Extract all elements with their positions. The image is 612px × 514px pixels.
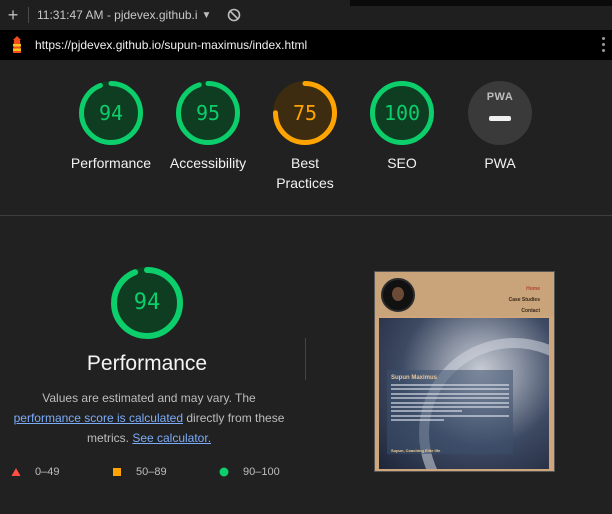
performance-title: Performance [86,352,208,375]
thumbnail-nav: Home Case Studies Contact [509,284,540,317]
vertical-divider [305,338,306,380]
browser-toolbar: + 11:31:47 AM - pjdevex.github.i ▼ [0,0,612,30]
gauge-label: SEO [387,155,417,171]
thumbnail-footer-text: Supun, Coaching Elite life [391,448,441,453]
gauge-label-line: Practices [276,175,334,191]
score-ring: 95 [175,80,241,146]
legend-fail: 0–49 [11,466,59,478]
legend-range: 50–89 [136,466,167,478]
title-bar-strip [350,0,612,6]
thumbnail-nav-item: Home [526,286,540,292]
triangle-icon [11,468,21,476]
gauge-label: Best Practices [257,153,353,193]
gauge-label-line: Best [290,155,319,171]
gauge-accessibility[interactable]: 95 Accessibility [160,80,256,173]
url-bar: https://pjdevex.github.io/supun-maximus/… [0,30,612,60]
thumbnail-hero-image: Supun Maximus Supun, Coaching Elite life [379,318,549,469]
performance-gauge-large: 94 [110,266,184,340]
gauge-label: Accessibility [169,155,247,171]
score-value: 75 [292,101,318,125]
performance-description: Values are estimated and may vary. The p… [8,388,290,448]
score-calc-link[interactable]: performance score is calculated [14,411,183,425]
gauge-performance[interactable]: 94 Performance [63,80,159,173]
thumbnail-nav-item: Case Studies [508,297,540,303]
legend-range: 90–100 [243,466,280,478]
pwa-badge: PWA [467,80,533,146]
thumbnail-name: Supun Maximus [391,375,438,381]
gauge-best-practices[interactable]: 75 Best Practices [257,80,353,193]
calculator-link[interactable]: See calculator. [132,431,211,445]
lighthouse-icon [9,36,25,54]
score-value: 100 [383,101,421,125]
more-options-icon[interactable] [602,37,606,55]
score-value: 95 [195,101,221,125]
score-value: 94 [98,101,124,125]
desc-text: Values are estimated and may vary. The [42,391,256,405]
page-screenshot-thumbnail[interactable]: Home Case Studies Contact Supun Maximus … [374,271,555,472]
pwa-badge-text: PWA [486,91,514,103]
new-tab-button[interactable]: + [0,5,26,26]
thumbnail-nav-item: Contact [521,308,540,314]
gauge-label: PWA [484,155,516,171]
circle-icon [219,467,229,477]
tab-title[interactable]: 11:31:47 AM - pjdevex.github.i [37,8,198,22]
score-ring: 94 [78,80,144,146]
avatar [381,278,415,312]
score-ring: 75 [272,80,338,146]
gauge-seo[interactable]: 100 SEO [354,80,450,173]
legend-pass: 90–100 [219,466,280,478]
square-icon [113,468,121,476]
toolbar-divider [28,7,29,23]
block-icon[interactable] [227,8,241,22]
section-divider [0,215,612,216]
url-text[interactable]: https://pjdevex.github.io/supun-maximus/… [35,38,307,52]
thumbnail-body-lines [391,384,509,424]
chevron-down-icon[interactable]: ▼ [202,10,212,21]
performance-score: 94 [133,290,161,315]
score-ring: 100 [369,80,435,146]
legend-average: 50–89 [112,466,167,478]
legend-range: 0–49 [35,466,60,478]
gauge-pwa[interactable]: PWA PWA [452,80,548,173]
gauge-label: Performance [70,155,152,171]
